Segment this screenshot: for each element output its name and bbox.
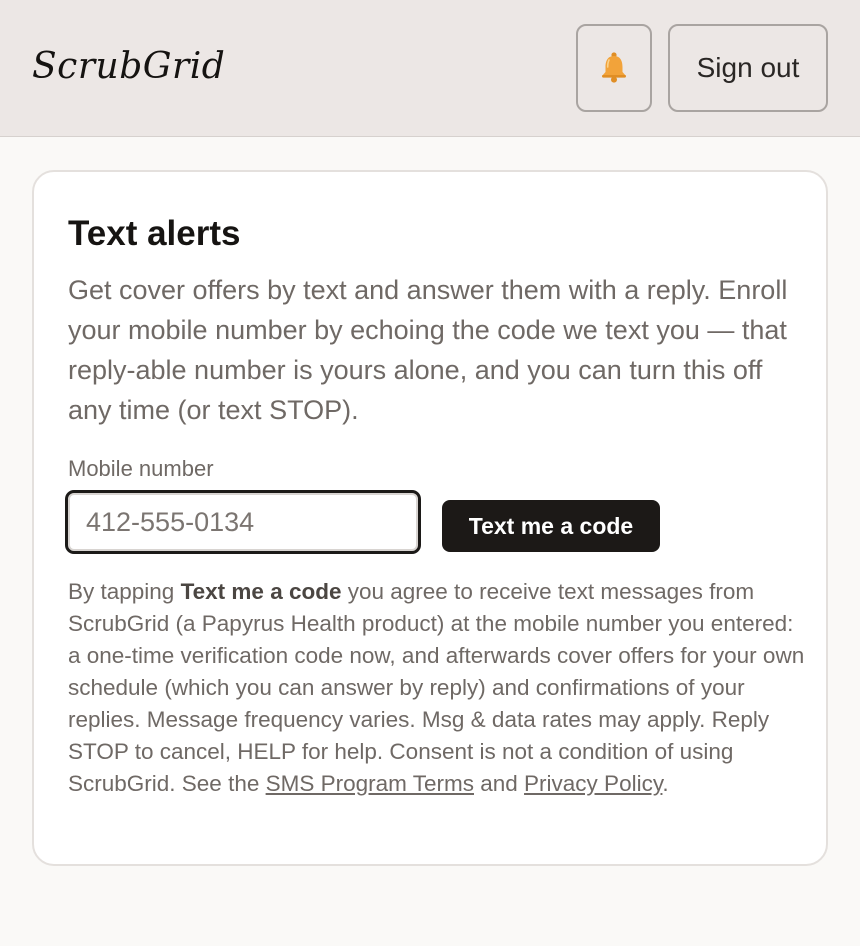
text-me-a-code-button[interactable]: Text me a code xyxy=(442,500,660,552)
notifications-button[interactable] xyxy=(576,24,652,112)
top-bar: ScrubGrid Sign out xyxy=(0,0,860,137)
privacy-policy-link[interactable]: Privacy Policy xyxy=(524,771,662,796)
card-description: Get cover offers by text and answer them… xyxy=(68,275,788,425)
mobile-number-label: Mobile number xyxy=(68,456,214,481)
consent-body: you agree to receive text messages from … xyxy=(68,579,805,796)
consent-and: and xyxy=(474,771,525,796)
card-title: Text alerts xyxy=(68,214,241,253)
sms-program-terms-link[interactable]: SMS Program Terms xyxy=(266,771,474,796)
brand-logo: ScrubGrid xyxy=(32,46,226,87)
mobile-number-input[interactable] xyxy=(65,490,421,554)
sign-out-button[interactable]: Sign out xyxy=(668,24,828,112)
consent-bold-button-name: Text me a code xyxy=(180,579,342,604)
sms-consent-text: By tapping Text me a code you agree to r… xyxy=(68,576,808,800)
bell-icon xyxy=(599,51,629,86)
consent-suffix: . xyxy=(662,771,669,796)
consent-prefix: By tapping xyxy=(68,579,181,604)
text-alerts-card: Text alerts Get cover offers by text and… xyxy=(32,170,828,866)
